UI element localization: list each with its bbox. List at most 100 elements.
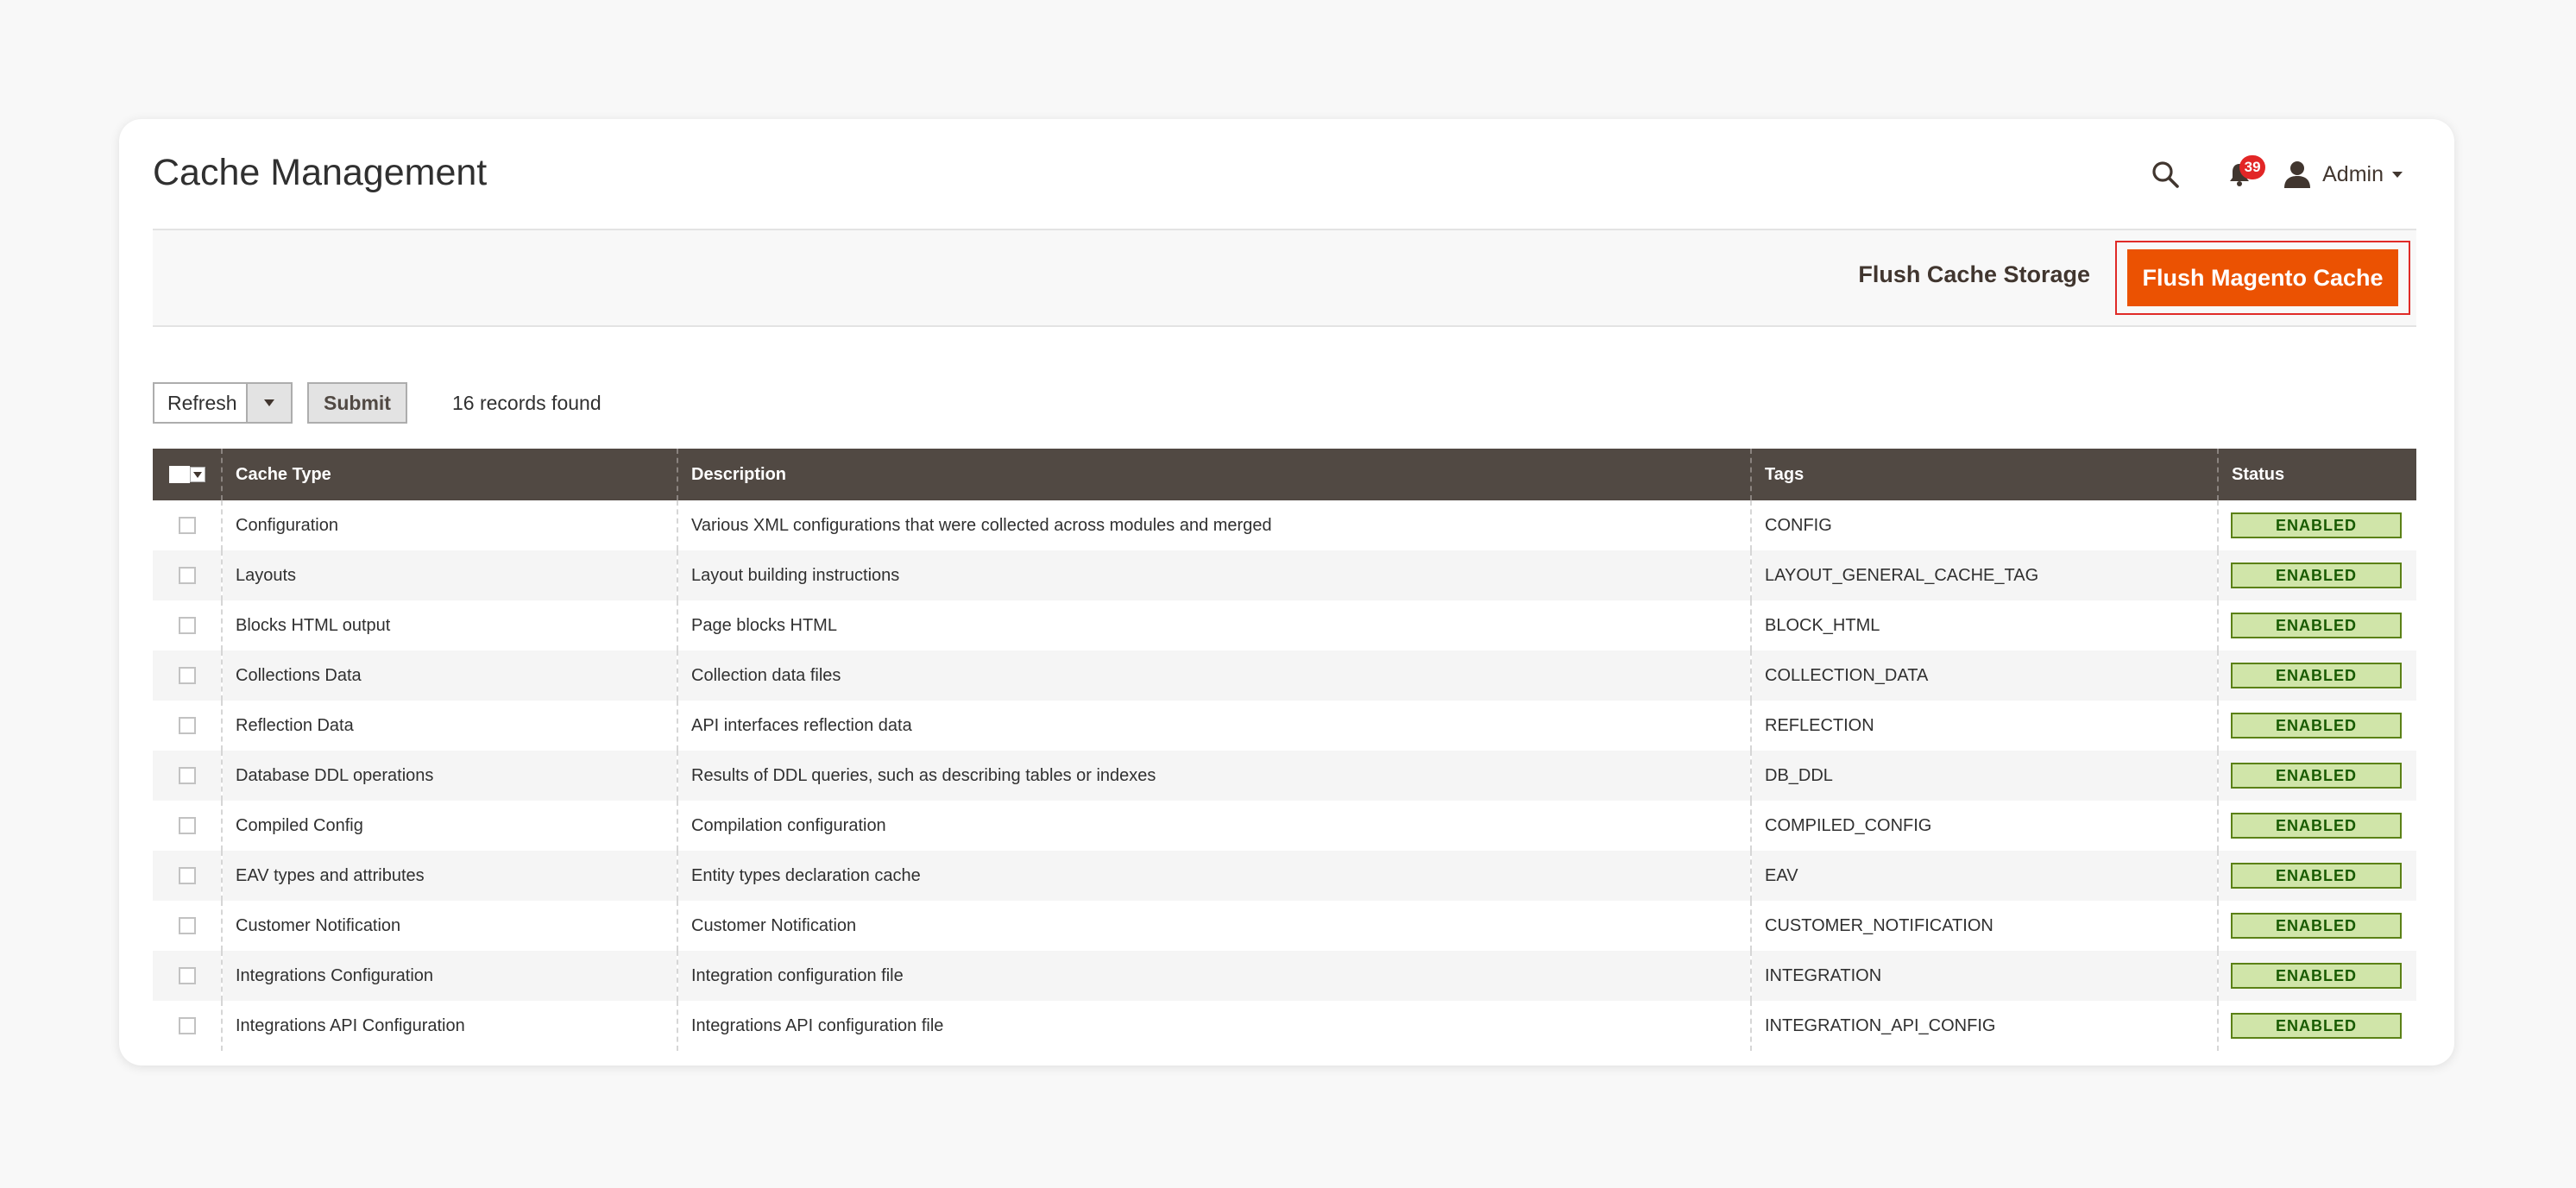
mass-action-select[interactable]: Refresh — [153, 382, 293, 424]
mass-action-dropdown-toggle[interactable] — [246, 384, 291, 422]
chevron-down-icon — [264, 399, 274, 406]
cache-grid: Cache Type Description Tags Status Confi… — [153, 449, 2416, 1051]
description-cell: Layout building instructions — [677, 550, 1751, 600]
flush-cache-storage-button[interactable]: Flush Cache Storage — [1858, 261, 2090, 288]
search-icon — [2152, 161, 2179, 188]
table-row[interactable]: Blocks HTML output Page blocks HTML BLOC… — [153, 600, 2416, 651]
page-title: Cache Management — [153, 152, 488, 193]
tags-cell: REFLECTION — [1750, 701, 2218, 751]
row-checkbox[interactable] — [178, 867, 196, 885]
status-badge: ENABLED — [2231, 663, 2402, 688]
flush-magento-cache-button[interactable]: Flush Magento Cache — [2127, 249, 2398, 306]
user-menu[interactable]: Admin — [2283, 160, 2403, 189]
table-row[interactable]: Collections Data Collection data files C… — [153, 651, 2416, 701]
tags-cell: INTEGRATION — [1750, 951, 2218, 1001]
description-cell: API interfaces reflection data — [677, 701, 1751, 751]
status-badge: ENABLED — [2231, 763, 2402, 789]
row-checkbox[interactable] — [178, 517, 196, 535]
grid-toolbar: Refresh Submit 16 records found — [153, 381, 601, 424]
cache-type-cell: Configuration — [221, 500, 677, 550]
mass-select-checkbox[interactable] — [168, 466, 205, 484]
row-checkbox[interactable] — [178, 717, 196, 735]
row-checkbox[interactable] — [178, 917, 196, 935]
status-badge: ENABLED — [2231, 863, 2402, 889]
cache-type-cell: Integrations Configuration — [221, 951, 677, 1001]
mass-select-dropdown[interactable] — [189, 467, 205, 483]
tags-cell: CONFIG — [1750, 500, 2218, 550]
table-row[interactable]: Compiled Config Compilation configuratio… — [153, 801, 2416, 851]
mass-select-box[interactable] — [168, 466, 190, 484]
cache-type-cell: Layouts — [221, 550, 677, 600]
cache-type-cell: Collections Data — [221, 651, 677, 701]
page-header: Cache Management 39 Admin — [119, 119, 2454, 229]
status-badge: ENABLED — [2231, 913, 2402, 939]
header-actions: 39 Admin — [2146, 150, 2403, 198]
table-row[interactable]: Customer Notification Customer Notificat… — [153, 901, 2416, 951]
table-row[interactable]: Layouts Layout building instructions LAY… — [153, 550, 2416, 600]
flush-magento-highlight: Flush Magento Cache — [2115, 241, 2410, 315]
page-card: Cache Management 39 Admin Flush Cache St… — [119, 119, 2454, 1065]
status-badge: ENABLED — [2231, 963, 2402, 989]
tags-cell: CUSTOMER_NOTIFICATION — [1750, 901, 2218, 951]
cache-type-cell: Database DDL operations — [221, 751, 677, 801]
table-row[interactable]: Reflection Data API interfaces reflectio… — [153, 701, 2416, 751]
cache-type-cell: Customer Notification — [221, 901, 677, 951]
description-cell: Compilation configuration — [677, 801, 1751, 851]
tags-cell: LAYOUT_GENERAL_CACHE_TAG — [1750, 550, 2218, 600]
mass-select-header — [153, 449, 222, 500]
column-header-description[interactable]: Description — [677, 449, 1751, 500]
cache-type-cell: EAV types and attributes — [221, 851, 677, 901]
tags-cell: DB_DDL — [1750, 751, 2218, 801]
cache-type-cell: Reflection Data — [221, 701, 677, 751]
row-checkbox[interactable] — [178, 767, 196, 785]
column-header-cache-type[interactable]: Cache Type — [221, 449, 677, 500]
search-button[interactable] — [2146, 155, 2184, 193]
column-header-tags[interactable]: Tags — [1750, 449, 2218, 500]
row-checkbox[interactable] — [178, 967, 196, 985]
tags-cell: COLLECTION_DATA — [1750, 651, 2218, 701]
status-badge: ENABLED — [2231, 1013, 2402, 1039]
description-cell: Results of DDL queries, such as describi… — [677, 751, 1751, 801]
tags-cell: BLOCK_HTML — [1750, 600, 2218, 651]
status-badge: ENABLED — [2231, 713, 2402, 739]
grid-header-row: Cache Type Description Tags Status — [153, 449, 2416, 500]
table-row[interactable]: Configuration Various XML configurations… — [153, 500, 2416, 550]
row-checkbox[interactable] — [178, 817, 196, 835]
description-cell: Customer Notification — [677, 901, 1751, 951]
user-icon — [2284, 161, 2311, 188]
submit-button[interactable]: Submit — [307, 382, 407, 424]
page-actions-bar: Flush Cache Storage Flush Magento Cache — [153, 230, 2416, 327]
records-found: 16 records found — [452, 391, 601, 414]
tags-cell: EAV — [1750, 851, 2218, 901]
status-badge: ENABLED — [2231, 813, 2402, 839]
description-cell: Various XML configurations that were col… — [677, 500, 1751, 550]
column-header-status[interactable]: Status — [2217, 449, 2416, 500]
table-row[interactable]: Database DDL operations Results of DDL q… — [153, 751, 2416, 801]
notifications-count-badge: 39 — [2239, 155, 2266, 179]
description-cell: Collection data files — [677, 651, 1751, 701]
row-checkbox[interactable] — [178, 667, 196, 685]
mass-action-value: Refresh — [167, 392, 237, 414]
status-badge: ENABLED — [2231, 512, 2402, 538]
description-cell: Integrations API configuration file — [677, 1001, 1751, 1051]
table-row[interactable]: Integrations Configuration Integration c… — [153, 951, 2416, 1001]
row-checkbox[interactable] — [178, 1017, 196, 1035]
row-checkbox[interactable] — [178, 567, 196, 585]
status-badge: ENABLED — [2231, 563, 2402, 588]
description-cell: Entity types declaration cache — [677, 851, 1751, 901]
table-row[interactable]: Integrations API Configuration Integrati… — [153, 1001, 2416, 1051]
status-badge: ENABLED — [2231, 613, 2402, 638]
tags-cell: COMPILED_CONFIG — [1750, 801, 2218, 851]
user-name: Admin — [2322, 161, 2384, 186]
table-row[interactable]: EAV types and attributes Entity types de… — [153, 851, 2416, 901]
row-checkbox[interactable] — [178, 617, 196, 635]
tags-cell: INTEGRATION_API_CONFIG — [1750, 1001, 2218, 1051]
cache-type-cell: Integrations API Configuration — [221, 1001, 677, 1051]
notifications-button[interactable]: 39 — [2220, 155, 2266, 193]
description-cell: Page blocks HTML — [677, 600, 1751, 651]
description-cell: Integration configuration file — [677, 951, 1751, 1001]
chevron-down-icon — [2392, 171, 2403, 178]
cache-type-cell: Blocks HTML output — [221, 600, 677, 651]
cache-type-cell: Compiled Config — [221, 801, 677, 851]
chevron-down-icon — [192, 471, 202, 478]
